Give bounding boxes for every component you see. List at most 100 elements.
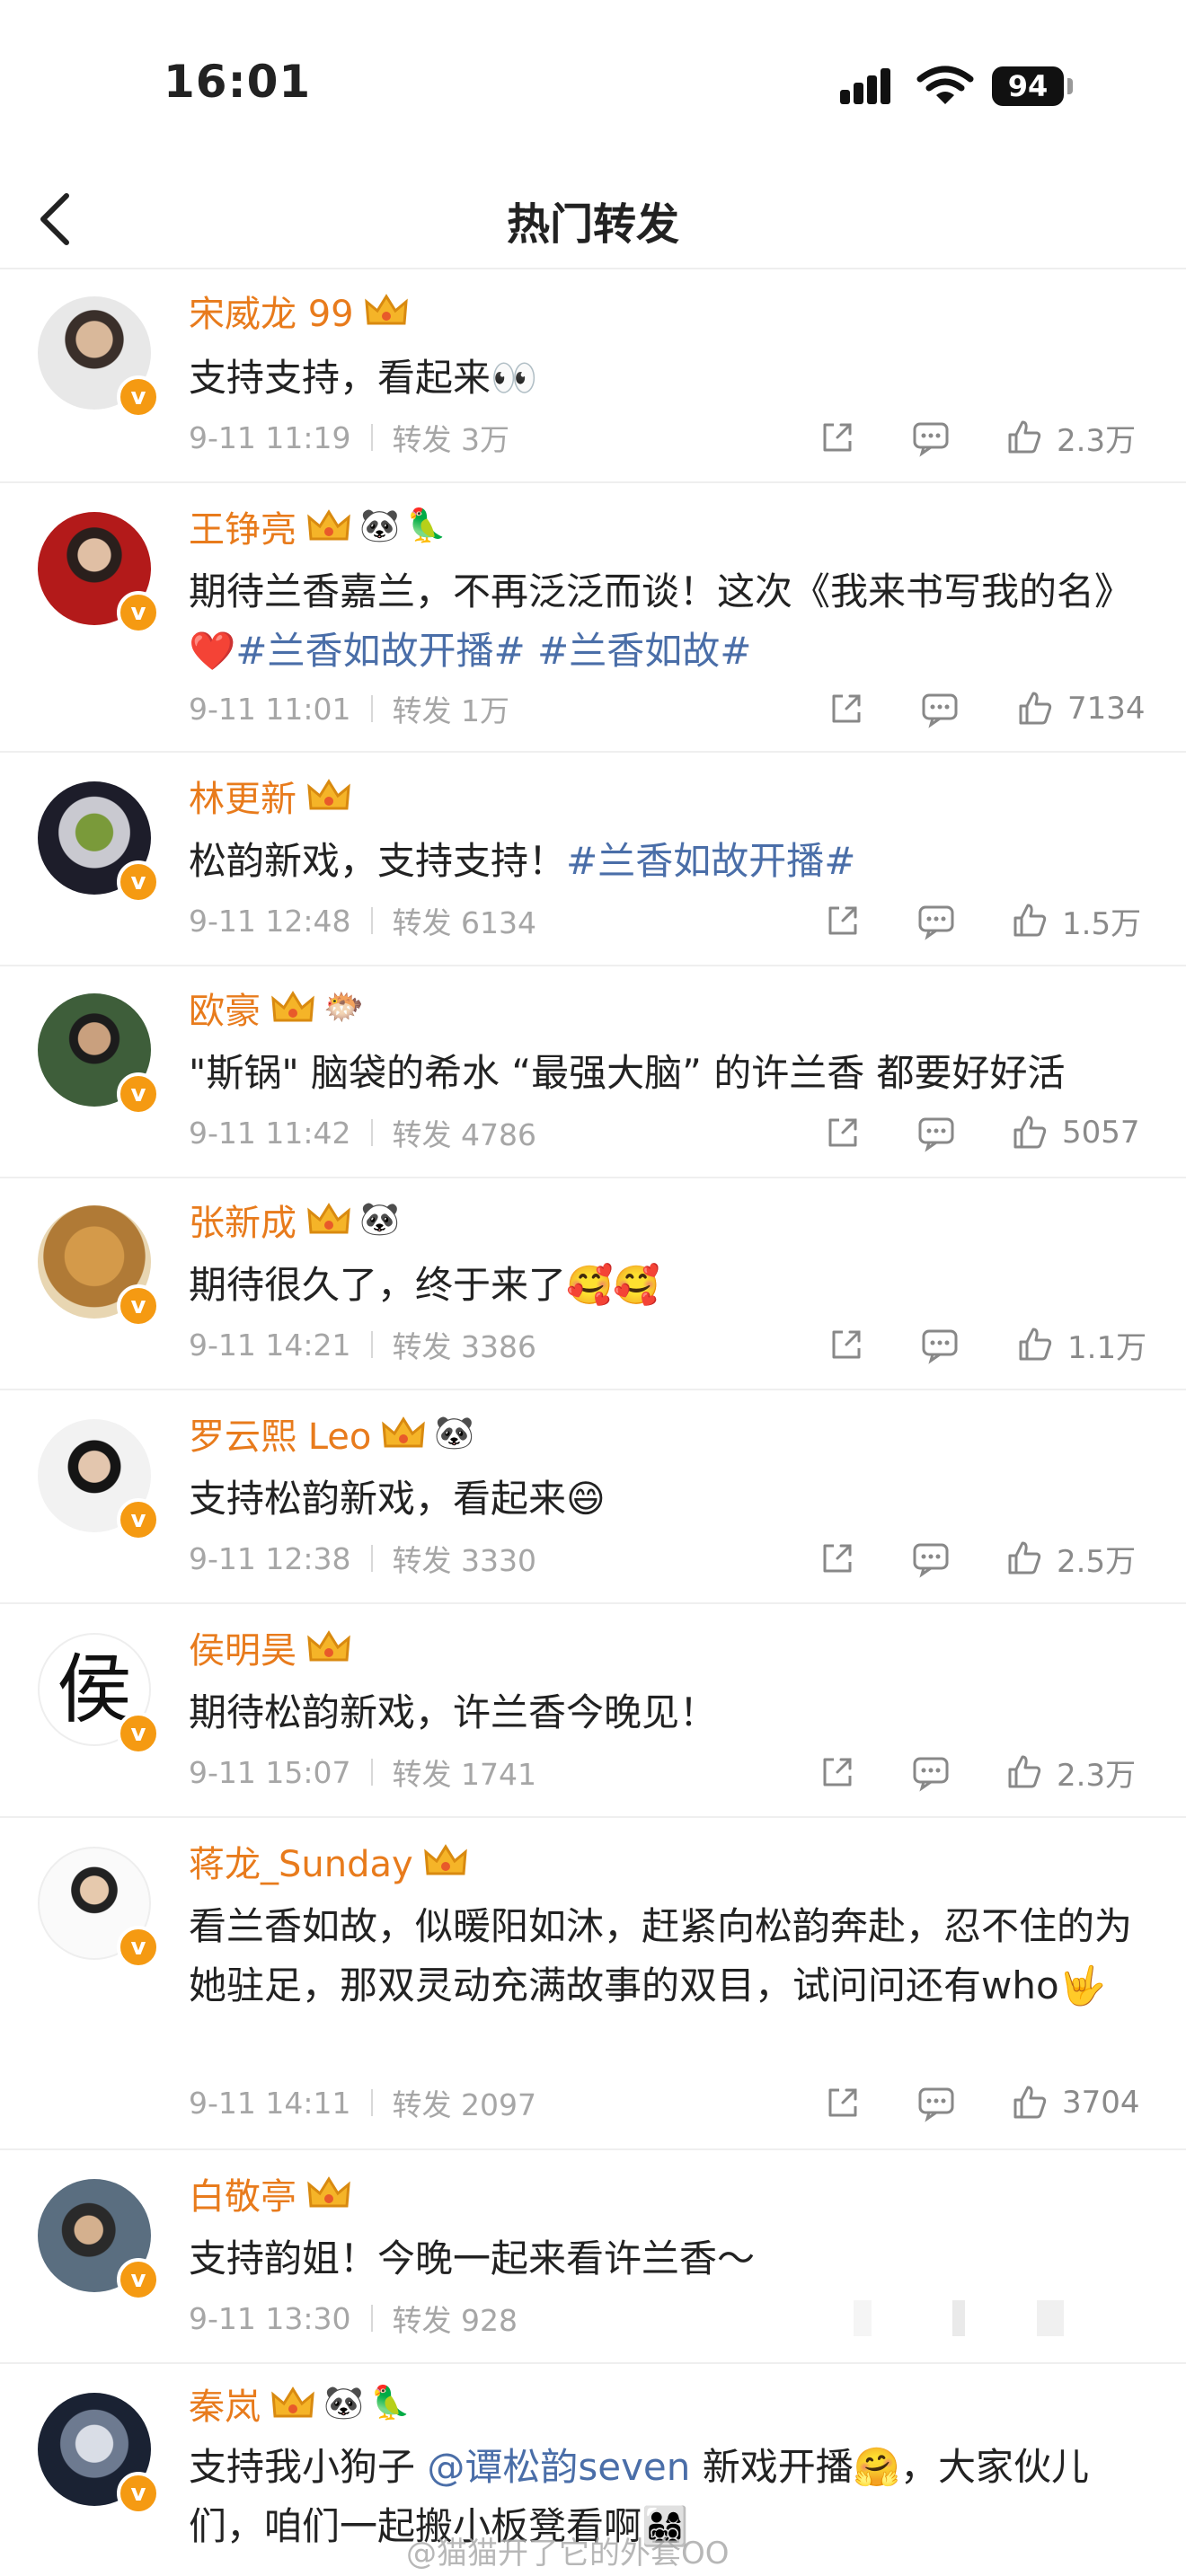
crown-icon (271, 991, 314, 1022)
like-count: 5057 (1062, 1115, 1140, 1151)
repost-item[interactable]: v 宋威龙 99 支持支持，看起来👀 9-11 11:19 转发 3万 2.3万 (0, 269, 1186, 483)
like-count: 2.3万 (1057, 1757, 1137, 1794)
repost-text-plain: 支持我小狗子 (189, 2445, 428, 2489)
loading-placeholder (854, 2300, 872, 2336)
repost-icon[interactable] (823, 2083, 863, 2122)
repost-count: 转发 2097 (392, 2087, 536, 2122)
crown-icon (382, 1416, 426, 1448)
avatar[interactable]: v (38, 2393, 160, 2515)
repost-item[interactable]: v 王铮亮 🐼 🦜 期待兰香嘉兰，不再泛泛而谈！这次《我来书写我的名》❤️#兰香… (0, 483, 1186, 753)
repost-item[interactable]: v 林更新 松韵新戏，支持支持！#兰香如故开播# 9-11 12:48 转发 61… (0, 753, 1186, 966)
user-name[interactable]: 欧豪 (189, 982, 261, 1034)
like-count: 3704 (1062, 2085, 1140, 2121)
post-time: 9-11 14:21 (189, 1327, 351, 1363)
avatar[interactable]: v (38, 2179, 160, 2301)
like-icon[interactable] (1015, 689, 1055, 728)
post-time: 9-11 15:07 (189, 1754, 351, 1790)
post-time: 9-11 14:11 (189, 2085, 351, 2121)
panda-icon: 🐼 (434, 1415, 475, 1451)
hashtag-link[interactable]: #兰香如故# (537, 629, 751, 673)
battery-tip (1067, 78, 1073, 94)
avatar[interactable]: v (38, 296, 160, 419)
verified-badge-icon: v (117, 2472, 160, 2515)
comment-icon[interactable] (920, 689, 960, 728)
repost-count: 转发 6134 (392, 905, 536, 940)
like-count: 2.5万 (1057, 1543, 1137, 1580)
user-name[interactable]: 白敬亭 (189, 2167, 296, 2219)
comment-icon[interactable] (911, 1539, 951, 1578)
user-name[interactable]: 秦岚 (189, 2378, 261, 2430)
repost-icon[interactable] (818, 1752, 857, 1792)
loading-placeholder (1037, 2300, 1064, 2336)
user-name[interactable]: 王铮亮 (189, 500, 296, 552)
nav-bar: 热门转发 (0, 171, 1186, 269)
avatar[interactable]: v (38, 781, 160, 904)
like-icon[interactable] (1010, 901, 1049, 940)
like-icon[interactable] (1015, 1325, 1055, 1364)
repost-icon[interactable] (827, 1325, 866, 1364)
repost-text: 看兰香如故，似暖阳如沐，赶紧向松韵奔赴，忍不住的为她驻足，那双灵动充满故事的双目… (189, 1904, 1133, 2007)
wifi-icon (916, 66, 974, 104)
repost-item[interactable]: v 罗云熙 Leo 🐼 支持松韵新戏，看起来😄 9-11 12:38 转发 333… (0, 1390, 1186, 1604)
user-name[interactable]: 张新成 (189, 1194, 296, 1246)
like-icon[interactable] (1005, 1752, 1044, 1792)
avatar[interactable]: v (38, 993, 160, 1116)
user-name[interactable]: 侯明昊 (189, 1621, 296, 1673)
avatar[interactable]: v (38, 1419, 160, 1541)
repost-count: 转发 928 (392, 2303, 518, 2338)
post-time: 9-11 11:42 (189, 1115, 351, 1151)
verified-badge-icon: v (117, 1498, 160, 1541)
crown-icon (307, 1203, 350, 1234)
mention-link[interactable]: @谭松韵seven (427, 2445, 690, 2489)
repost-item[interactable]: v 白敬亭 支持韵姐！今晚一起来看许兰香～ 9-11 13:30 转发 928 (0, 2150, 1186, 2364)
panda-icon: 🐼 (323, 2385, 364, 2422)
repost-count: 转发 3330 (392, 1543, 536, 1578)
comment-icon[interactable] (920, 1325, 960, 1364)
panda-icon: 🐼 (359, 507, 400, 544)
user-name[interactable]: 林更新 (189, 770, 296, 822)
comment-icon[interactable] (916, 901, 956, 940)
repost-item[interactable]: v 欧豪 🐡 "斯锅" 脑袋的希水 “最强大脑” 的许兰香 都要好好活 9-11… (0, 966, 1186, 1178)
like-icon[interactable] (1010, 1113, 1049, 1152)
repost-icon[interactable] (818, 418, 857, 457)
repost-icon[interactable] (827, 689, 866, 728)
panda-icon: 🐼 (359, 1201, 400, 1238)
avatar[interactable]: v (38, 512, 160, 634)
repost-icon[interactable] (823, 901, 863, 940)
crown-icon (307, 509, 350, 541)
post-time: 9-11 13:30 (189, 2300, 351, 2336)
crown-icon (364, 294, 408, 325)
repost-item[interactable]: 侯 v 侯明昊 期待松韵新戏，许兰香今晚见！ 9-11 15:07 转发 1741… (0, 1604, 1186, 1818)
verified-badge-icon: v (117, 1712, 160, 1755)
user-name[interactable]: 罗云熙 Leo (189, 1407, 371, 1460)
comment-icon[interactable] (911, 418, 951, 457)
avatar[interactable]: 侯 v (38, 1633, 160, 1755)
crown-icon (307, 779, 350, 810)
comment-icon[interactable] (911, 1752, 951, 1792)
repost-icon[interactable] (818, 1539, 857, 1578)
like-count: 2.3万 (1057, 422, 1137, 459)
like-icon[interactable] (1005, 1539, 1044, 1578)
status-bar: 16:01 94 (0, 0, 1186, 171)
user-name[interactable]: 蒋龙_Sunday (189, 1835, 413, 1887)
repost-icon[interactable] (823, 1113, 863, 1152)
verified-badge-icon: v (117, 1284, 160, 1328)
battery-indicator: 94 (992, 66, 1064, 106)
like-icon[interactable] (1010, 2083, 1049, 2122)
post-time: 9-11 11:19 (189, 419, 351, 455)
comment-icon[interactable] (916, 2083, 956, 2122)
hashtag-link[interactable]: #兰香如故开播# (235, 629, 525, 673)
hashtag-link[interactable]: #兰香如故开播# (566, 839, 855, 883)
page-title: 热门转发 (506, 199, 679, 250)
comment-icon[interactable] (916, 1113, 956, 1152)
cellular-signal-icon (840, 68, 899, 104)
avatar[interactable]: v (38, 1847, 160, 1969)
crown-icon (307, 2176, 350, 2208)
repost-item[interactable]: v 张新成 🐼 期待很久了，终于来了🥰🥰 9-11 14:21 转发 3386 1… (0, 1178, 1186, 1390)
repost-text: 松韵新戏，支持支持！#兰香如故开播# (189, 832, 1141, 891)
repost-item[interactable]: v 蒋龙_Sunday 看兰香如故，似暖阳如沐，赶紧向松韵奔赴，忍不住的为她驻足… (0, 1818, 1186, 2150)
user-name[interactable]: 宋威龙 99 (189, 285, 354, 337)
repost-text-plain: 松韵新戏，支持支持！ (189, 839, 567, 883)
like-icon[interactable] (1005, 418, 1044, 457)
avatar[interactable]: v (38, 1205, 160, 1328)
